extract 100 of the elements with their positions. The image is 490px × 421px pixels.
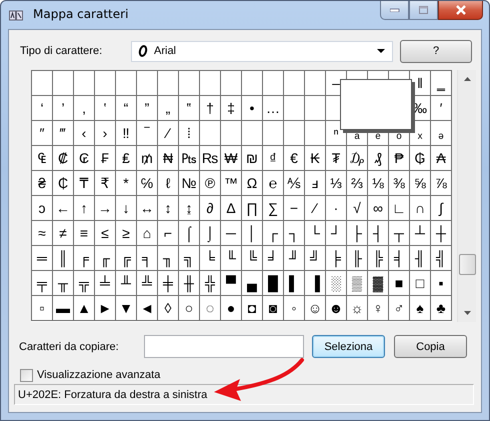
character-cell[interactable]: ⅓ [326,171,346,195]
action-button[interactable]: Copia [394,335,467,358]
character-cell[interactable]: ♣ [431,296,451,320]
character-cell[interactable]: ◌ [200,296,220,320]
character-cell[interactable]: ™ [221,171,241,195]
character-cell[interactable]: ╡ [389,246,409,270]
character-cell[interactable]: ₣ [95,146,115,170]
character-cell[interactable]: ╔ [116,246,136,270]
character-cell[interactable]: ● [221,296,241,320]
character-cell[interactable]: □ [410,271,430,295]
character-cell[interactable]: ₤ [116,146,136,170]
character-cell[interactable]: ⌐ [158,221,178,245]
character-cell[interactable]: ₪ [242,146,262,170]
character-cell[interactable]: ↑ [74,196,94,220]
character-cell[interactable]: ≈ [32,221,52,245]
character-cell[interactable] [242,71,262,95]
character-cell[interactable]: ◙ [263,296,283,320]
character-cell[interactable]: ₩ [221,146,241,170]
help-button[interactable]: ? [400,40,472,62]
character-cell[interactable]: ─ [221,221,241,245]
character-cell[interactable]: ▫ [32,296,52,320]
character-cell[interactable]: ‛ [95,96,115,120]
character-cell[interactable]: ‚ [74,96,94,120]
character-cell[interactable]: › [95,121,115,145]
character-cell[interactable]: ⅍ [284,171,304,195]
character-cell[interactable]: ‘ [32,96,52,120]
character-cell[interactable]: ∑ [263,196,283,220]
character-cell[interactable] [263,71,283,95]
character-cell[interactable]: ╪ [158,271,178,295]
character-cell[interactable]: ▀ [221,271,241,295]
character-cell[interactable]: ℓ [158,171,178,195]
character-cell[interactable]: ₨ [200,146,220,170]
character-cell[interactable] [32,71,52,95]
character-cell[interactable]: ┼ [431,221,451,245]
character-cell[interactable]: ╓ [95,246,115,270]
character-cell[interactable]: ≡ [74,221,94,245]
character-cell[interactable] [158,71,178,95]
character-cell[interactable]: ┴ [410,221,430,245]
character-cell[interactable]: ↔ [137,196,157,220]
character-cell[interactable]: ░ [326,271,346,295]
character-cell[interactable] [284,121,304,145]
character-cell[interactable]: ₴ [32,171,52,195]
character-cell[interactable]: ╖ [158,246,178,270]
character-cell[interactable]: ‹ [74,121,94,145]
character-cell[interactable]: ‾ [137,121,157,145]
character-cell[interactable]: ⅛ [368,171,388,195]
character-cell[interactable]: ╩ [137,271,157,295]
checkbox[interactable] [20,368,33,382]
character-cell[interactable]: ⌡ [200,221,220,245]
character-cell[interactable]: ∕ [305,196,325,220]
minimize-button[interactable] [380,1,409,20]
character-cell[interactable]: ┬ [389,221,409,245]
character-cell[interactable]: ₮ [326,146,346,170]
character-cell[interactable]: ╜ [284,246,304,270]
character-cell[interactable]: ◄ [137,296,157,320]
character-cell[interactable]: − [284,196,304,220]
character-cell[interactable]: ₫ [263,146,283,170]
character-cell[interactable]: ╝ [305,246,325,270]
character-cell[interactable] [221,71,241,95]
character-cell[interactable]: ┌ [263,221,283,245]
character-cell[interactable]: ≠ [53,221,73,245]
character-cell[interactable]: ╤ [32,271,52,295]
character-cell[interactable] [284,96,304,120]
character-cell[interactable]: ℅ [137,171,157,195]
close-button[interactable] [438,1,483,20]
character-cell[interactable] [137,71,157,95]
character-cell[interactable]: ♠ [410,296,430,320]
character-cell[interactable]: • [242,96,262,120]
copy-field[interactable] [144,335,304,358]
character-cell[interactable]: │ [242,221,262,245]
character-cell[interactable]: ▐ [305,271,325,295]
character-cell[interactable]: ┤ [368,221,388,245]
character-cell[interactable]: ℮ [263,171,283,195]
character-cell[interactable]: ₡ [53,146,73,170]
character-cell[interactable]: ∂ [200,196,220,220]
character-cell[interactable]: Ω [242,171,262,195]
character-cell[interactable]: ″ [32,121,52,145]
character-cell[interactable] [179,71,199,95]
character-cell[interactable]: → [95,196,115,220]
character-cell[interactable]: ₵ [53,171,73,195]
character-cell[interactable]: ⁞ [179,121,199,145]
character-cell[interactable]: ∟ [389,196,409,220]
character-cell[interactable]: ₭ [305,146,325,170]
character-cell[interactable]: ∙ [326,196,346,220]
character-cell[interactable]: ₧ [179,146,199,170]
character-cell[interactable]: ○ [179,296,199,320]
scroll-down-icon[interactable] [464,311,470,315]
character-cell[interactable]: ⅎ [305,171,325,195]
character-cell[interactable]: ◘ [242,296,262,320]
character-cell[interactable]: ∏ [242,196,262,220]
character-cell[interactable]: ╥ [53,271,73,295]
character-cell[interactable]: ₠ [32,146,52,170]
scroll-thumb[interactable] [458,254,476,275]
action-button[interactable]: Seleziona [312,335,385,358]
character-cell[interactable]: ♀ [368,296,388,320]
character-cell[interactable]: … [263,96,283,120]
scrollbar[interactable] [457,70,476,322]
character-cell[interactable]: € [284,146,304,170]
scroll-up-icon[interactable] [464,77,470,81]
character-cell[interactable]: ₲ [410,146,430,170]
